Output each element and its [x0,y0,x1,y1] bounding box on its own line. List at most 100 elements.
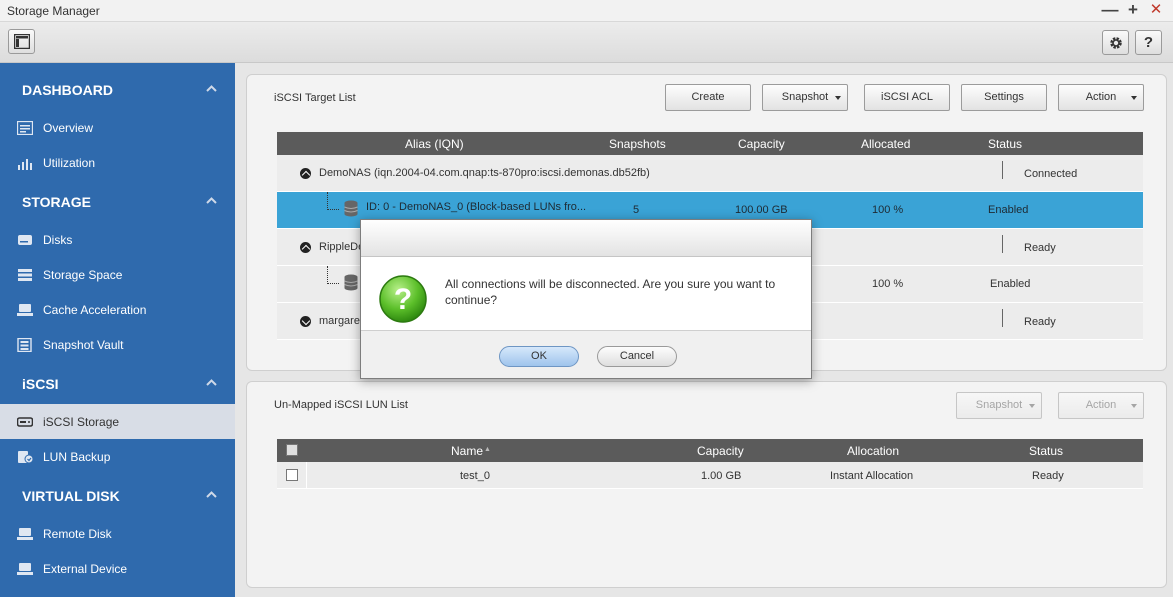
column-snapshots[interactable]: Snapshots [609,137,666,151]
disk-icon [18,235,32,245]
storage-space-icon [18,269,32,281]
settings-button[interactable]: Settings [961,84,1047,111]
sidebar-item-label: Overview [43,121,94,135]
sidebar-item-iscsi-storage[interactable]: iSCSI Storage [0,404,235,439]
row-alias: margaret [319,315,364,327]
sidebar-item-label: Cache Acceleration [43,303,147,317]
sidebar-item-label: Storage Space [43,268,123,282]
sidebar-item-label: Disks [43,233,73,247]
sidebar-item-cache-acceleration[interactable]: Cache Acceleration [0,292,235,327]
sidebar-item-lun-backup[interactable]: LUN Backup [0,439,235,474]
panel-layout-icon[interactable] [8,29,35,54]
action-button[interactable]: Action [1058,84,1144,111]
column-name[interactable]: Name [451,444,483,458]
column-capacity[interactable]: Capacity [697,444,744,458]
grid-header: Name ▲ Capacity Allocation Status [277,439,1143,462]
title-bar: Storage Manager — + ✕ [0,0,1173,22]
tree-connector [327,192,339,210]
minimize-button[interactable]: — [1101,1,1119,19]
row-snapshots: 5 [633,204,640,216]
lun-snapshot-button: Snapshot [956,392,1042,419]
select-all-checkbox[interactable] [286,444,298,456]
question-glyph: ? [394,283,412,316]
cache-icon [17,304,33,316]
cancel-button[interactable]: Cancel [597,346,677,367]
sidebar-item-label: Snapshot Vault [43,338,124,352]
chevron-down-icon [1131,96,1137,100]
sidebar-item-label: External Device [43,562,128,576]
row-allocation: Instant Allocation [830,470,914,482]
table-row[interactable]: test_0 1.00 GB Instant Allocation Ready [277,462,1143,489]
grid-header: Alias (IQN) Snapshots Capacity Allocated… [277,132,1143,155]
panel-title: iSCSI Target List [274,92,356,104]
divider [1002,309,1003,327]
table-row[interactable]: DemoNAS (iqn.2004-04.com.qnap:ts-870pro:… [277,155,1143,192]
column-capacity[interactable]: Capacity [738,137,785,151]
column-allocated[interactable]: Allocated [861,137,910,151]
column-status[interactable]: Status [988,137,1022,151]
window-title: Storage Manager [7,4,100,18]
chevron-up-icon [206,197,217,204]
section-label: DASHBOARD [22,82,113,98]
section-virtual-disk[interactable]: VIRTUAL DISK [0,478,235,512]
chevron-down-icon [835,96,841,100]
sidebar-item-snapshot-vault[interactable]: Snapshot Vault [0,327,235,362]
sidebar-item-storage-space[interactable]: Storage Space [0,257,235,292]
dialog-header [361,220,811,257]
collapse-icon[interactable] [300,168,311,179]
collapse-icon[interactable] [300,242,311,253]
expand-icon[interactable] [300,316,311,327]
dialog-message: All connections will be disconnected. Ar… [445,277,776,307]
row-allocated: 100 % [872,278,904,290]
row-status: Enabled [988,204,1029,216]
gear-icon[interactable] [1102,30,1129,55]
section-dashboard[interactable]: DASHBOARD [0,72,235,106]
column-alias[interactable]: Alias (IQN) [405,137,464,151]
sidebar-item-utilization[interactable]: Utilization [0,145,235,180]
column-allocation[interactable]: Allocation [847,444,899,458]
row-name: test_0 [460,470,490,482]
help-button[interactable]: ? [1135,30,1162,55]
row-checkbox[interactable] [286,469,298,481]
chevron-down-icon [1029,404,1035,408]
dialog-footer: OK Cancel [361,330,811,378]
row-status: Ready [1024,242,1056,254]
remote-disk-icon [17,528,33,540]
divider [1002,235,1003,253]
button-label: Action [1085,91,1117,103]
sidebar-item-external-device[interactable]: External Device [0,551,235,586]
external-device-icon [17,563,33,575]
utilization-icon [18,159,32,170]
create-button[interactable]: Create [665,84,751,111]
section-storage[interactable]: STORAGE [0,184,235,218]
sidebar-item-remote-disk[interactable]: Remote Disk [0,516,235,551]
section-label: iSCSI [22,376,59,392]
sidebar-item-overview[interactable]: Overview [0,110,235,145]
sidebar-item-label: LUN Backup [43,450,111,464]
section-label: STORAGE [22,194,91,210]
snapshot-button[interactable]: Snapshot [762,84,848,111]
panel-title: Un-Mapped iSCSI LUN List [274,399,408,411]
section-label: VIRTUAL DISK [22,488,120,504]
column-status[interactable]: Status [1029,444,1063,458]
section-iscsi[interactable]: iSCSI [0,366,235,400]
sidebar-item-disks[interactable]: Disks [0,222,235,257]
button-label: Action [1085,399,1117,411]
maximize-button[interactable]: + [1124,1,1142,19]
question-icon: ? [379,275,427,323]
unmapped-lun-panel: Un-Mapped iSCSI LUN List Snapshot Action… [246,381,1167,588]
overview-icon [17,121,33,135]
iscsi-acl-button[interactable]: iSCSI ACL [864,84,950,111]
snapshot-vault-icon [17,338,32,352]
divider [1002,161,1003,179]
row-alias: ID: 0 - DemoNAS_0 (Block-based LUNs fro.… [366,201,587,213]
row-alias: RippleDe [319,241,365,253]
sidebar-item-label: iSCSI Storage [43,415,120,429]
lun-backup-icon [18,451,33,464]
close-button[interactable]: ✕ [1147,1,1165,19]
database-icon [344,274,358,291]
row-status: Ready [1024,316,1056,328]
chevron-up-icon [206,85,217,92]
ok-button[interactable]: OK [499,346,579,367]
chevron-down-icon [1131,404,1137,408]
